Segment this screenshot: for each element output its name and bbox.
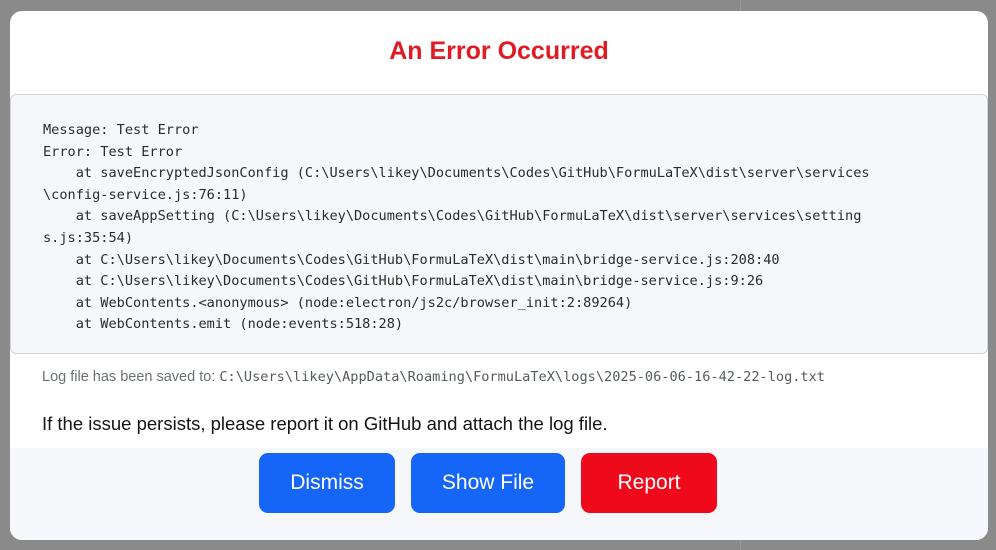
- log-file-notice: Log file has been saved to: C:\Users\lik…: [42, 369, 825, 385]
- log-file-label: Log file has been saved to:: [42, 369, 220, 385]
- report-hint: If the issue persists, please report it …: [42, 413, 608, 434]
- show-file-button[interactable]: Show File: [411, 453, 565, 513]
- stack-trace-text: Message: Test Error Error: Test Error at…: [43, 122, 870, 333]
- dialog-title: An Error Occurred: [389, 37, 609, 65]
- report-button[interactable]: Report: [581, 453, 717, 513]
- log-file-path: C:\Users\likey\AppData\Roaming\FormuLaTe…: [219, 369, 825, 385]
- dismiss-button[interactable]: Dismiss: [259, 453, 395, 513]
- stack-trace-box[interactable]: Message: Test Error Error: Test Error at…: [10, 94, 988, 354]
